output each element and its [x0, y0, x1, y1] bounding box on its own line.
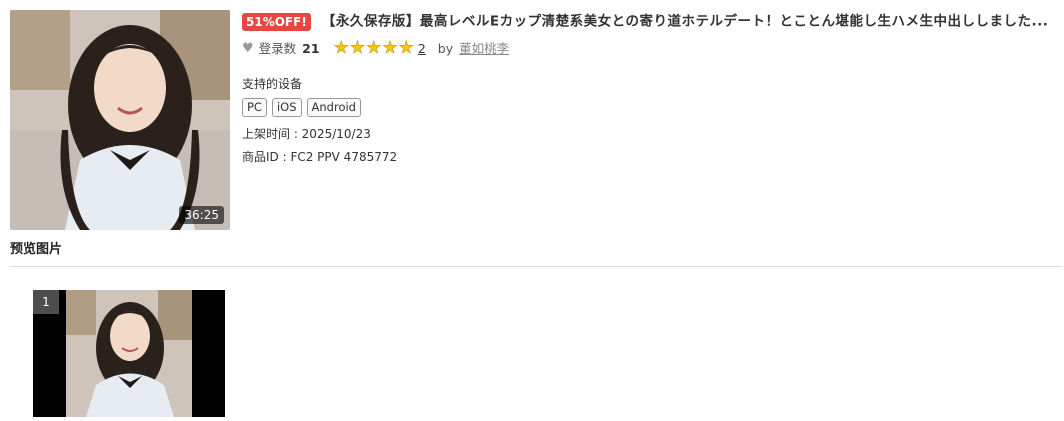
meta-row: ♥ 登录数 21 ★★★★★ 2 by 董如桃李: [242, 38, 1057, 58]
preview-photo: [66, 290, 192, 417]
device-tags: PC iOS Android: [242, 98, 1057, 117]
device-tag-pc: PC: [242, 98, 267, 117]
preview-index: 1: [33, 290, 59, 314]
discount-badge: 51%OFF!: [242, 12, 311, 31]
star-icon: ★: [349, 38, 366, 58]
rating-stars: ★★★★★: [333, 38, 415, 58]
preview-image-1[interactable]: 1: [33, 290, 225, 417]
release-date: 上架时间 : 2025/10/23: [242, 127, 371, 141]
device-tag-android: Android: [306, 98, 361, 117]
divider: [10, 266, 1062, 267]
favorites-count: 21: [302, 41, 320, 56]
rating-count-link[interactable]: 2: [418, 40, 426, 58]
device-tag-ios: iOS: [271, 98, 302, 117]
star-icon: ★: [333, 38, 349, 58]
favorites-label: 登录数: [258, 41, 297, 56]
product-id: 商品ID : FC2 PPV 4785772: [242, 150, 398, 164]
preview-heading: 预览图片: [10, 242, 63, 257]
product-title[interactable]: 【永久保存版】最高レベルEカップ清楚系美女との寄り道ホテルデート！とことん堪能し…: [322, 14, 1048, 30]
product-thumbnail[interactable]: 36:25: [10, 10, 230, 230]
star-icon: ★: [382, 38, 398, 58]
product-card: 36:25 51%OFF! 【永久保存版】最高レベルEカップ清楚系美女との寄り道…: [10, 10, 1060, 230]
by-label: by: [437, 41, 454, 56]
author-link[interactable]: 董如桃李: [459, 40, 509, 58]
devices-label: 支持的设备: [242, 77, 303, 91]
video-duration: 36:25: [179, 206, 224, 224]
star-icon: ★: [366, 38, 382, 58]
thumbnail-image: [10, 10, 230, 230]
preview-image: [66, 290, 192, 417]
title-row: 51%OFF! 【永久保存版】最高レベルEカップ清楚系美女との寄り道ホテルデート…: [242, 10, 1057, 32]
product-info: 51%OFF! 【永久保存版】最高レベルEカップ清楚系美女との寄り道ホテルデート…: [242, 10, 1057, 165]
star-icon: ★: [398, 38, 414, 58]
heart-icon[interactable]: ♥: [242, 40, 254, 58]
